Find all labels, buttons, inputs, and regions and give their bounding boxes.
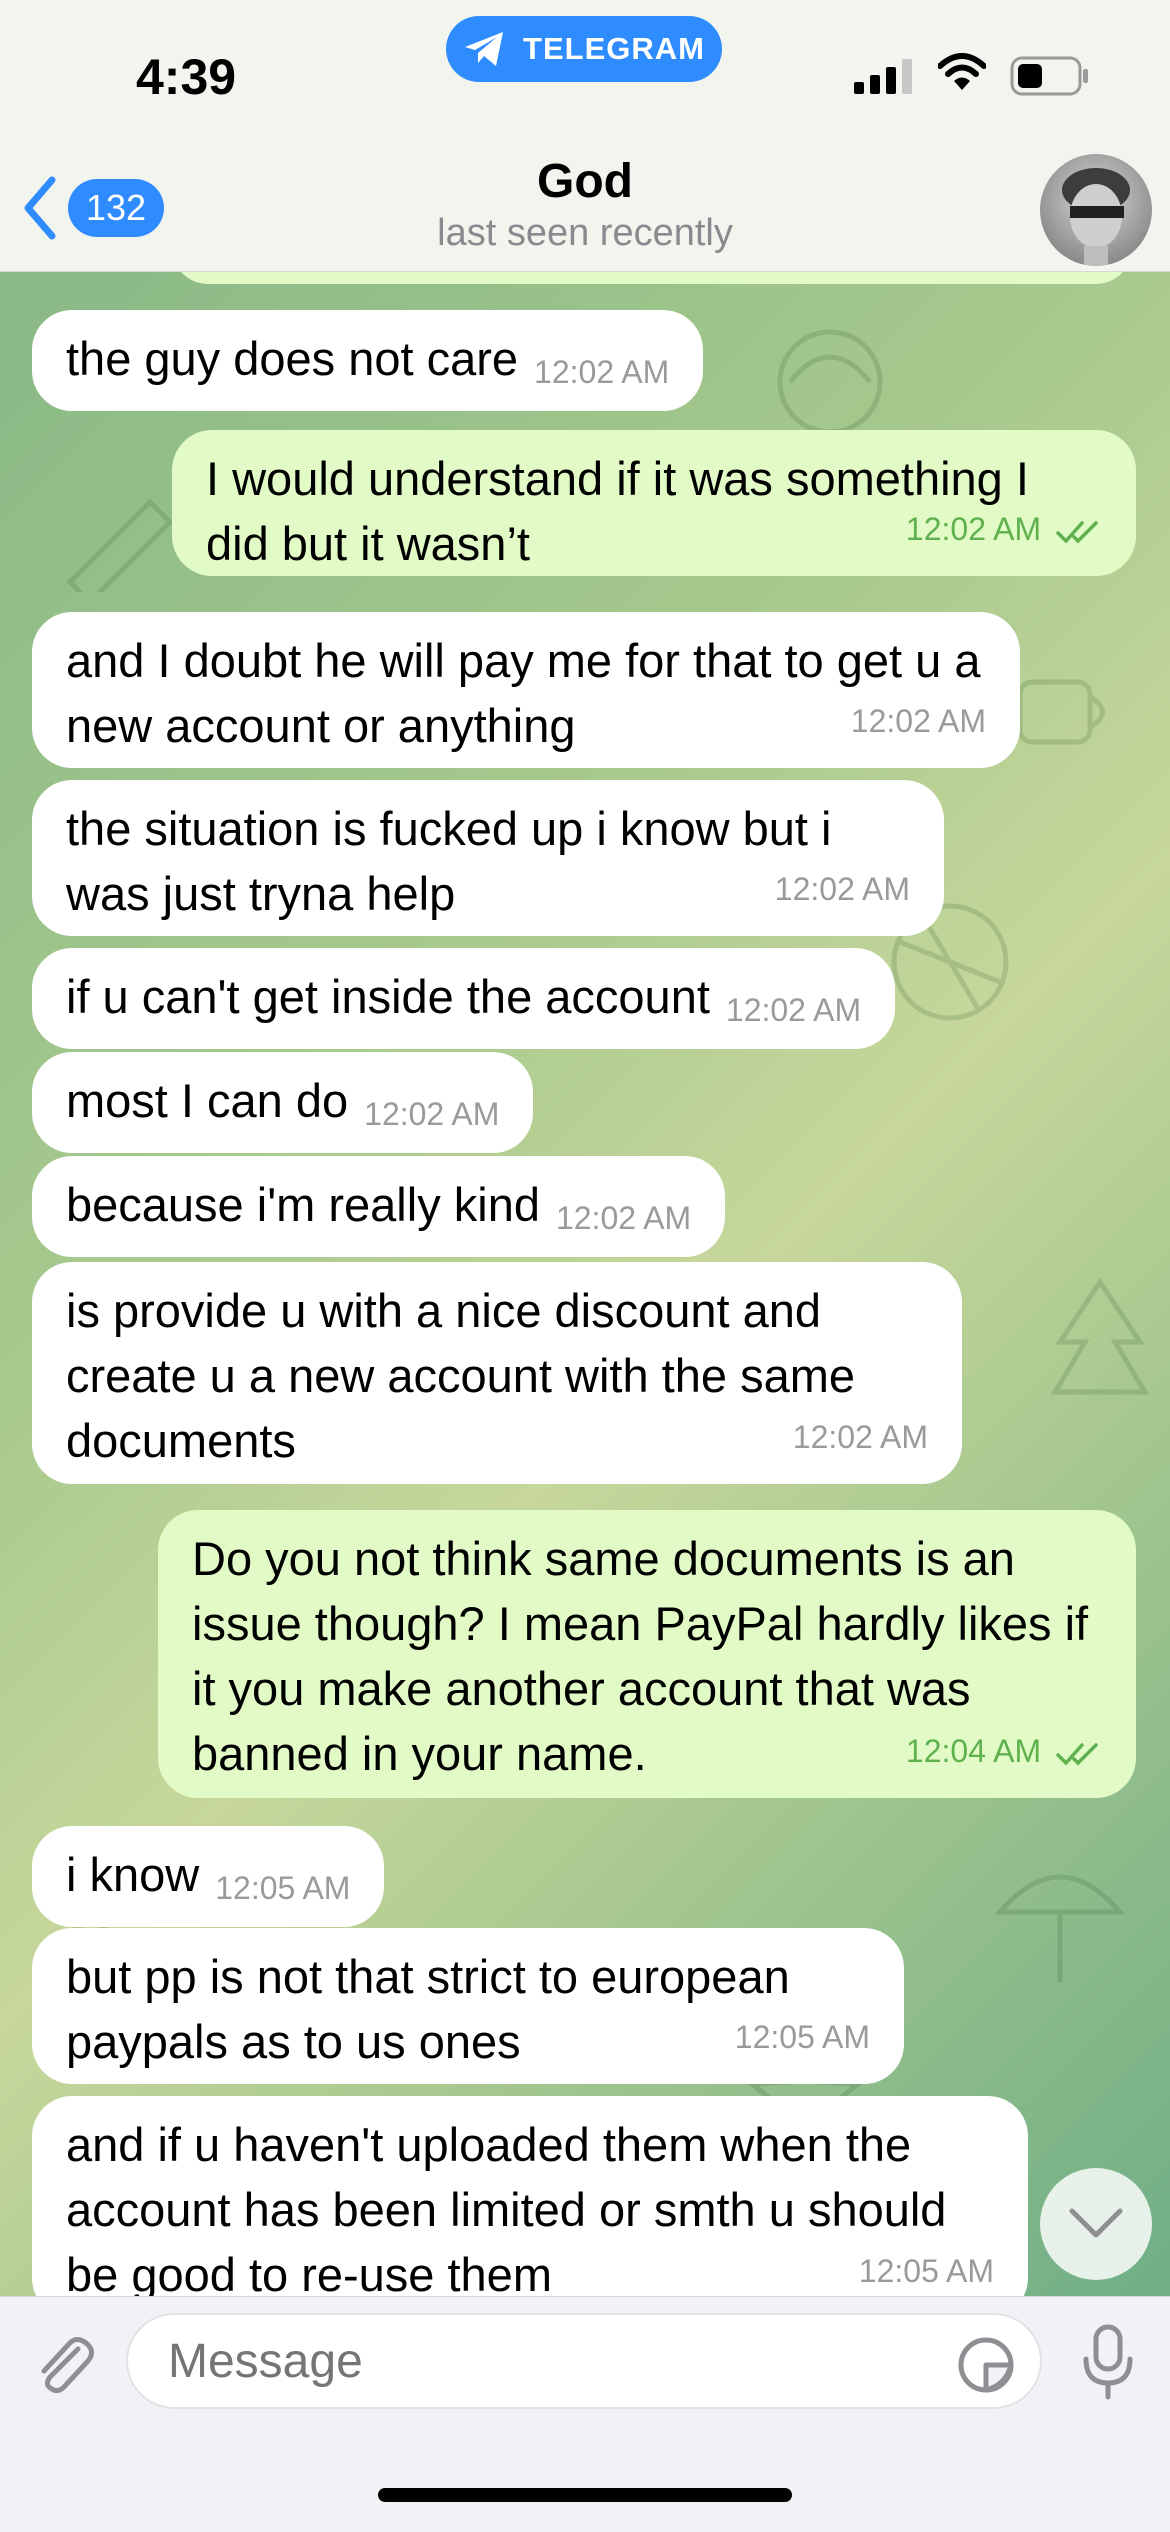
sticker-icon[interactable] — [956, 2335, 1016, 2395]
home-indicator[interactable] — [378, 2488, 792, 2502]
message-time: 12:05 AM — [734, 2019, 870, 2055]
message-bubble-incoming[interactable]: is provide u with a nice discount and cr… — [32, 1262, 962, 1484]
message-bubble-outgoing[interactable]: Do you not think same documents is an is… — [158, 1510, 1136, 1798]
double-check-icon — [1056, 520, 1098, 544]
message-time: 12:02 AM — [774, 871, 910, 907]
message-bubble-incoming[interactable]: and if u haven't uploaded them when the … — [32, 2096, 1028, 2296]
message-time: 12:02 AM — [792, 1419, 928, 1455]
message-time: 12:02 AM — [534, 354, 670, 390]
battery-icon — [1010, 56, 1088, 96]
message-bubble-incoming[interactable]: but pp is not that strict to european pa… — [32, 1928, 904, 2084]
message-time: 12:02 AM — [725, 992, 862, 1028]
message-text: because i'm really kind — [66, 1178, 540, 1231]
message-bubble-incoming[interactable]: the situation is fucked up i know but i … — [32, 780, 944, 936]
message-text: i know — [66, 1848, 200, 1901]
message-time: 12:05 AM — [858, 2253, 994, 2289]
message-time: 12:05 AM — [215, 1870, 351, 1906]
telegram-plane-icon — [465, 32, 504, 66]
message-text: most I can do — [66, 1074, 349, 1127]
microphone-icon[interactable] — [1078, 2323, 1138, 2403]
message-list[interactable]: the guy does not care 12:02 AM I would un… — [0, 272, 1170, 2296]
message-meta: 12:02 AM — [906, 497, 1102, 562]
message-text: and I doubt he will pay me for that to g… — [66, 634, 981, 752]
status-time: 4:39 — [136, 49, 237, 105]
message-bubble-incoming[interactable]: and I doubt he will pay me for that to g… — [32, 612, 1020, 768]
message-time: 12:04 AM — [905, 1733, 1042, 1769]
message-bubble-incoming[interactable]: i know 12:05 AM — [32, 1826, 385, 1927]
message-text: and if u haven't uploaded them when the … — [66, 2118, 947, 2296]
message-bubble-incoming[interactable]: because i'm really kind 12:02 AM — [32, 1156, 726, 1257]
message-input[interactable] — [126, 2313, 1042, 2409]
chat-header: 4:39 TELEGRAM 132 God last seen recently — [0, 0, 1170, 272]
message-time: 12:02 AM — [364, 1096, 500, 1132]
chat-status: last seen recently — [437, 212, 733, 254]
chevron-down-icon — [1069, 2208, 1123, 2238]
message-time: 12:02 AM — [555, 1200, 692, 1236]
signal-icon — [854, 59, 912, 94]
message-text: is provide u with a nice discount and cr… — [66, 1284, 855, 1467]
message-meta: 12:04 AM — [906, 1719, 1102, 1784]
message-text: the situation is fucked up i know but i … — [66, 802, 832, 920]
message-bubble-partial — [172, 272, 1132, 284]
message-time: 12:02 AM — [905, 511, 1042, 547]
avatar[interactable] — [1040, 154, 1152, 266]
message-bubble-incoming[interactable]: most I can do 12:02 AM — [32, 1052, 534, 1153]
message-bubble-outgoing[interactable]: I would understand if it was something I… — [172, 430, 1136, 576]
telegram-pill-label: TELEGRAM — [523, 31, 705, 66]
message-time: 12:02 AM — [850, 703, 986, 739]
message-text: if u can't get inside the account — [66, 970, 710, 1023]
scroll-to-bottom-button[interactable] — [1040, 2168, 1152, 2280]
telegram-pill[interactable]: TELEGRAM — [446, 16, 722, 82]
message-bubble-incoming[interactable]: the guy does not care 12:02 AM — [32, 310, 704, 411]
message-text: but pp is not that strict to european pa… — [66, 1950, 790, 2068]
paperclip-icon[interactable] — [30, 2331, 98, 2399]
wifi-icon — [938, 53, 986, 90]
message-text: the guy does not care — [66, 332, 519, 385]
chat-title[interactable]: God — [0, 154, 1170, 209]
message-bubble-incoming[interactable]: if u can't get inside the account 12:02 A… — [32, 948, 896, 1049]
double-check-icon — [1056, 1742, 1098, 1766]
